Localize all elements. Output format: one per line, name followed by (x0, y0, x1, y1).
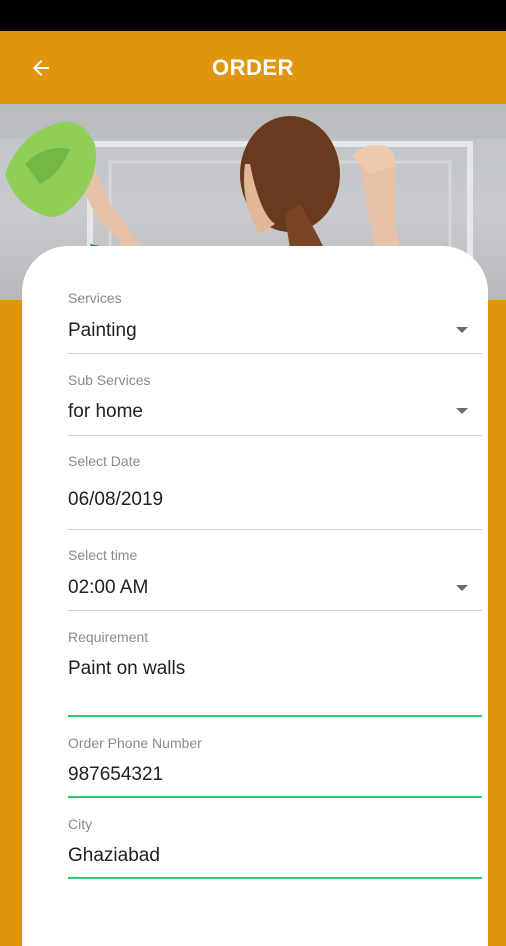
services-underline (68, 353, 482, 354)
phone-underline (68, 796, 482, 798)
city-underline (68, 877, 482, 879)
phone-value: 987654321 (68, 764, 164, 785)
status-bar (0, 0, 506, 31)
app-bar: ORDER (0, 31, 506, 104)
select-time-label: Select time (68, 547, 138, 563)
requirement-value: Paint on walls (68, 658, 186, 679)
select-date-underline (68, 529, 482, 530)
services-dropdown[interactable]: Services Painting (68, 290, 482, 355)
select-time-dropdown[interactable]: Select time 02:00 AM (68, 547, 482, 617)
sub-services-value: for home (68, 401, 143, 422)
sub-services-underline (68, 435, 482, 436)
select-date-field[interactable]: Select Date 06/08/2019 (68, 453, 482, 533)
back-button[interactable] (18, 45, 64, 91)
requirement-underline (68, 715, 482, 717)
select-time-value: 02:00 AM (68, 577, 149, 598)
arrow-left-icon (33, 59, 49, 76)
services-label: Services (68, 290, 122, 306)
dropdown-arrow-icon (456, 585, 468, 591)
phone-label: Order Phone Number (68, 735, 202, 751)
phone-input[interactable]: Order Phone Number 987654321 (68, 735, 482, 803)
order-form-card: Services Painting Sub Services for home … (22, 246, 488, 946)
select-date-value: 06/08/2019 (68, 489, 164, 510)
requirement-label: Requirement (68, 629, 149, 645)
city-input[interactable]: City Ghaziabad (68, 816, 482, 884)
requirement-input[interactable]: Requirement Paint on walls (68, 629, 482, 719)
select-date-label: Select Date (68, 453, 141, 469)
sub-services-dropdown[interactable]: Sub Services for home (68, 372, 482, 437)
city-label: City (68, 816, 93, 832)
services-value: Painting (68, 320, 137, 341)
dropdown-arrow-icon (456, 408, 468, 414)
dropdown-arrow-icon (456, 327, 468, 333)
page-title: ORDER (212, 54, 294, 80)
select-time-underline (68, 610, 482, 611)
city-value: Ghaziabad (68, 845, 160, 866)
sub-services-label: Sub Services (68, 372, 151, 388)
